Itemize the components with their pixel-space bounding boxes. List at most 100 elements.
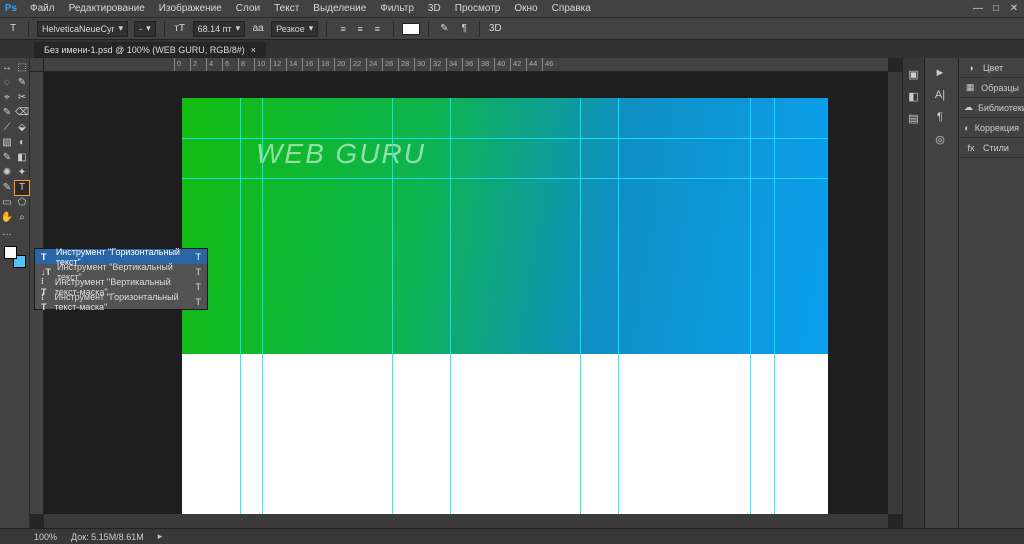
chevron-down-icon: ▾ [236,23,241,34]
panel-icon-properties[interactable]: ◧ [906,88,922,104]
font-style-dropdown[interactable]: -▾ [134,21,156,37]
menu-view[interactable]: Просмотр [449,1,507,16]
ruler-horizontal[interactable]: 0246810121416182022242628303234363840424… [44,58,888,72]
character-icon[interactable]: A| [925,86,955,104]
tool-button[interactable]: ✎ [15,76,29,90]
menu-select[interactable]: Выделение [307,1,372,16]
menu-layers[interactable]: Слои [230,1,266,16]
panel-row-icon: ☁ [964,101,973,115]
menubar: Ps Файл Редактирование Изображение Слои … [0,0,1024,18]
flyout-item-icon: T [41,252,50,262]
tool-button[interactable]: ⌕ [15,211,29,225]
paragraph-icon[interactable]: ¶ [925,108,955,126]
font-family-dropdown[interactable]: HelveticaNeueCyr▾ [37,21,128,37]
maximize-icon[interactable]: □ [990,2,1002,14]
menu-filter[interactable]: Фильтр [374,1,420,16]
tool-button[interactable]: ⟋ [0,121,14,135]
align-center-icon[interactable]: ≡ [352,22,368,36]
ruler-corner [30,58,44,72]
panel-row[interactable]: ☁Библиотеки [959,98,1024,118]
tool-button[interactable]: ✎ [0,106,14,120]
guide-vertical[interactable] [618,98,619,514]
zoom-level[interactable]: 100% [34,532,57,542]
menu-file[interactable]: Файл [24,1,61,16]
panel-row[interactable]: ▦Образцы [959,78,1024,98]
document-canvas[interactable]: WEB GURU [182,98,828,514]
flyout-item-key: T [196,252,202,262]
foreground-swatch[interactable] [4,246,17,259]
guide-vertical[interactable] [392,98,393,514]
menu-type[interactable]: Текст [268,1,305,16]
menu-help[interactable]: Справка [546,1,597,16]
tool-button[interactable]: ◐ [15,136,29,150]
actions-icon[interactable]: ► [925,64,955,82]
antialias-icon: aa [251,22,265,36]
panel-row[interactable]: fxСтили [959,138,1024,158]
guide-vertical[interactable] [262,98,263,514]
document-tabstrip: Без имени-1.psd @ 100% (WEB GURU, RGB/8#… [0,40,1024,58]
warp-text-icon[interactable]: ✎ [437,22,451,36]
chevron-down-icon: ▾ [119,23,124,34]
tool-button[interactable]: ✎ [0,151,14,165]
font-size-dropdown[interactable]: 68.14 пт▾ [193,21,246,37]
tool-button[interactable]: ⌫ [15,106,29,120]
tool-button[interactable]: ⬚ [15,61,29,75]
guide-vertical[interactable] [750,98,751,514]
guide-vertical[interactable] [450,98,451,514]
tool-button[interactable]: ✎ [0,181,14,195]
chevron-down-icon: ▾ [146,23,151,34]
panel-icon-layers[interactable]: ▤ [906,110,922,126]
options-bar: T HelveticaNeueCyr▾ -▾ тТ 68.14 пт▾ aa Р… [0,18,1024,40]
tool-button[interactable]: ✦ [15,166,29,180]
align-right-icon[interactable]: ≡ [369,22,385,36]
tool-button[interactable]: ✂ [15,91,29,105]
tool-button[interactable]: ▧ [0,136,14,150]
right-dock-strip: ▣ ◧ ▤ [902,58,924,528]
menu-edit[interactable]: Редактирование [63,1,151,16]
doc-size: Док: 5.15М/8.61М [71,532,144,542]
scrollbar-horizontal[interactable] [44,514,888,528]
minimize-icon[interactable]: — [972,2,984,14]
tool-button[interactable]: T [15,181,29,195]
tool-button[interactable]: ↔ [0,61,14,75]
close-icon[interactable]: ✕ [1008,2,1020,14]
panel-row-icon: ◑ [964,61,978,75]
tool-button[interactable]: ⌖ [0,91,14,105]
guide-horizontal[interactable] [182,138,828,139]
color-swatches[interactable] [4,246,26,268]
panel-row[interactable]: ◑Цвет [959,58,1024,78]
tool-button[interactable]: ⬠ [15,196,29,210]
panel-row-label: Стили [983,143,1009,153]
tool-button[interactable]: … [0,226,14,240]
panel-icon-column: ► A| ¶ ◎ [924,58,958,528]
flyout-item[interactable]: ⁞TИнструмент "Горизонтальный текст-маска… [35,294,207,309]
document-tab[interactable]: Без имени-1.psd @ 100% (WEB GURU, RGB/8#… [34,42,266,58]
tool-button[interactable]: ✋ [0,211,14,225]
menu-image[interactable]: Изображение [153,1,228,16]
tool-button[interactable]: ⬙ [15,121,29,135]
adjustments-icon[interactable]: ◎ [925,130,955,148]
tool-button[interactable]: ✺ [0,166,14,180]
status-chevron-icon[interactable]: ▸ [158,531,163,542]
menu-3d[interactable]: 3D [422,1,447,16]
hero-text-layer[interactable]: WEB GURU [256,138,426,170]
tool-button[interactable]: ◧ [15,151,29,165]
tab-close-icon[interactable]: × [251,45,256,55]
tool-button[interactable]: ◌ [0,76,14,90]
guide-vertical[interactable] [774,98,775,514]
tool-button[interactable]: ▭ [0,196,14,210]
menu-window[interactable]: Окно [508,1,543,16]
char-panel-icon[interactable]: ¶ [457,22,471,36]
tool-button[interactable] [15,226,29,240]
3d-icon[interactable]: 3D [488,22,502,36]
panel-row[interactable]: ◐Коррекция [959,118,1024,138]
color-swatch-icon[interactable] [402,23,420,35]
guide-vertical[interactable] [580,98,581,514]
align-left-icon[interactable]: ≡ [335,22,351,36]
scrollbar-vertical[interactable] [888,72,902,514]
font-size-icon: тТ [173,22,187,36]
guide-vertical[interactable] [240,98,241,514]
panel-icon-history[interactable]: ▣ [906,66,922,82]
antialias-dropdown[interactable]: Резкое▾ [271,21,318,37]
guide-horizontal[interactable] [182,178,828,179]
